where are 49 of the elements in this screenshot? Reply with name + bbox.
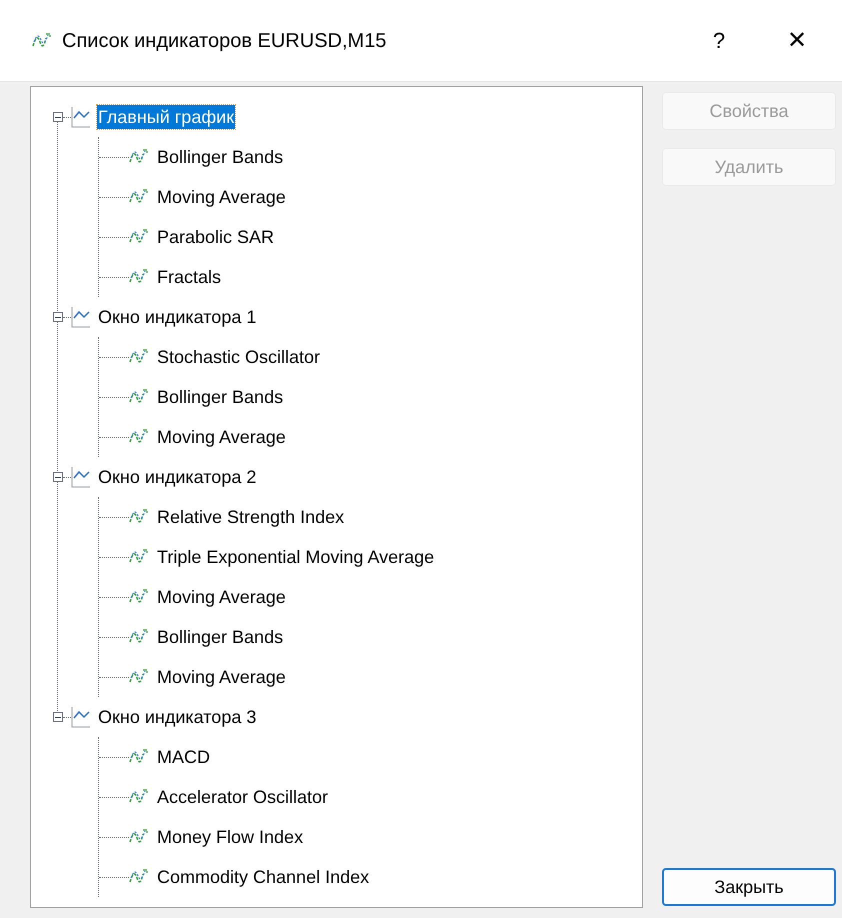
indicator-icon bbox=[129, 829, 149, 845]
tree-group-label[interactable]: Окно индикатора 1 bbox=[97, 305, 258, 329]
tree-item-label[interactable]: Stochastic Oscillator bbox=[157, 344, 320, 370]
tree-item-label[interactable]: Commodity Channel Index bbox=[157, 864, 370, 890]
tree-item-label[interactable]: Triple Exponential Moving Average bbox=[157, 544, 434, 570]
tree-item-label[interactable]: Money Flow Index bbox=[157, 824, 304, 850]
indicator-icon bbox=[129, 269, 149, 285]
indicator-icon bbox=[129, 429, 149, 445]
indicator-icon bbox=[129, 349, 149, 365]
line-chart-icon bbox=[71, 466, 91, 488]
tree-item-label[interactable]: MACD bbox=[157, 744, 210, 770]
app-icon bbox=[32, 32, 52, 48]
indicator-icon bbox=[129, 669, 149, 685]
help-button[interactable]: ? bbox=[694, 24, 744, 57]
tree-item-label[interactable]: Accelerator Oscillator bbox=[157, 784, 328, 810]
indicator-icon bbox=[129, 509, 149, 525]
tree-item-label[interactable]: Bollinger Bands bbox=[157, 624, 284, 650]
tree-group-label[interactable]: Главный график bbox=[97, 105, 236, 129]
tree-item-label[interactable]: Moving Average bbox=[157, 664, 286, 690]
collapse-toggle[interactable] bbox=[53, 112, 63, 122]
line-chart-icon bbox=[71, 306, 91, 328]
indicator-icon bbox=[129, 869, 149, 885]
tree-item-label[interactable]: Parabolic SAR bbox=[157, 224, 274, 250]
line-chart-icon bbox=[71, 106, 91, 128]
indicator-icon bbox=[129, 149, 149, 165]
tree-item-label[interactable]: Bollinger Bands bbox=[157, 144, 284, 170]
indicator-icon bbox=[129, 229, 149, 245]
tree-group-label[interactable]: Окно индикатора 3 bbox=[97, 705, 258, 729]
dialog-button[interactable]: Закрыть bbox=[662, 868, 836, 906]
window-title: Список индикаторов EURUSD,M15 bbox=[62, 28, 386, 54]
tree-item-label[interactable]: Relative Strength Index bbox=[157, 504, 344, 530]
indicator-icon bbox=[129, 589, 149, 605]
indicator-icon bbox=[129, 789, 149, 805]
collapse-toggle[interactable] bbox=[53, 312, 63, 322]
indicator-icon bbox=[129, 629, 149, 645]
tree-item-label[interactable]: Moving Average bbox=[157, 424, 286, 450]
tree-item-label[interactable]: Bollinger Bands bbox=[157, 384, 284, 410]
collapse-toggle[interactable] bbox=[53, 472, 63, 482]
indicator-icon bbox=[129, 549, 149, 565]
indicator-icon bbox=[129, 749, 149, 765]
close-button[interactable]: ✕ bbox=[772, 22, 822, 58]
indicator-icon bbox=[129, 389, 149, 405]
collapse-toggle[interactable] bbox=[53, 712, 63, 722]
tree-item-label[interactable]: Moving Average bbox=[157, 584, 286, 610]
tree-item-label[interactable]: Moving Average bbox=[157, 184, 286, 210]
line-chart-icon bbox=[71, 706, 91, 728]
indicator-icon bbox=[129, 189, 149, 205]
tree-group-label[interactable]: Окно индикатора 2 bbox=[97, 465, 258, 489]
tree-item-label[interactable]: Fractals bbox=[157, 264, 222, 290]
